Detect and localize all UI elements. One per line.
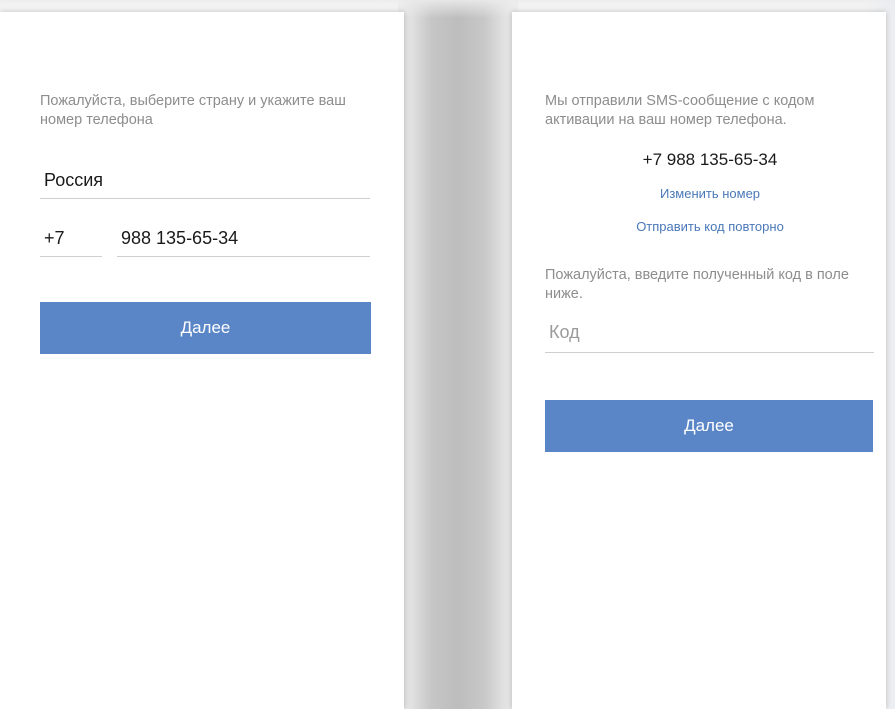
phone-entry-screen: Пожалуйста, выберите страну и укажите ва… — [0, 12, 404, 709]
sms-code-screen: Мы отправили SMS-сообщение с кодом актив… — [512, 12, 886, 709]
phone-instruction-text: Пожалуйста, выберите страну и укажите ва… — [40, 93, 346, 128]
next-button[interactable]: Далее — [40, 302, 371, 354]
change-number-link[interactable]: Изменить номер — [545, 186, 875, 201]
phone-number-field[interactable]: 988 135-65-34 — [117, 220, 370, 257]
code-field[interactable] — [545, 316, 874, 353]
country-code-field[interactable]: +7 — [40, 220, 102, 257]
country-value: Россия — [44, 170, 104, 190]
resend-code-link[interactable]: Отправить код повторно — [545, 219, 875, 234]
background-gap — [398, 0, 518, 709]
code-instruction-text: Пожалуйста, введите полученный код в пол… — [545, 267, 849, 302]
sms-sent-text: Мы отправили SMS-сообщение с кодом актив… — [545, 93, 815, 128]
code-input[interactable] — [545, 318, 874, 352]
submit-code-button[interactable]: Далее — [545, 400, 873, 452]
phone-number-display: +7 988 135-65-34 — [642, 150, 778, 169]
country-select[interactable]: Россия — [40, 160, 370, 199]
phone-number-value: 988 135-65-34 — [121, 228, 239, 248]
country-code-value: +7 — [44, 228, 65, 248]
